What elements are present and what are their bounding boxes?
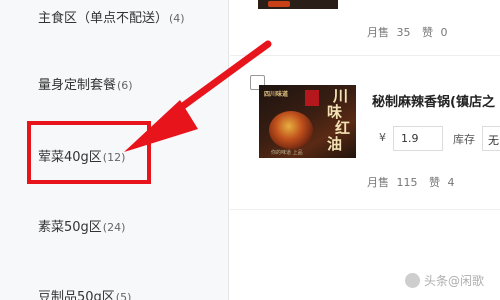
watermark: 头条@闲歌 xyxy=(405,272,484,289)
watermark-text: 头条@闲歌 xyxy=(424,274,485,288)
watermark-logo-icon xyxy=(405,273,420,288)
annotation-arrow-icon xyxy=(124,40,272,152)
